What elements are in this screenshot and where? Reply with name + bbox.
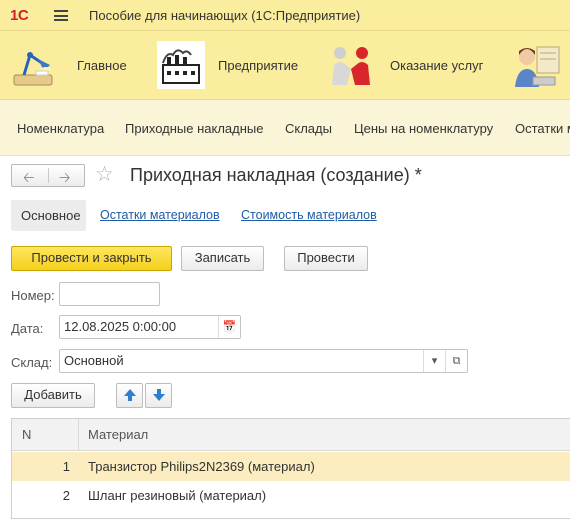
factory-icon xyxy=(157,41,205,89)
history-buttons: 🡠 🡢 xyxy=(11,164,85,187)
column-header-n[interactable]: N xyxy=(22,427,31,442)
move-down-button[interactable] xyxy=(145,383,172,408)
nav-item-prices[interactable]: Цены на номенклатуру xyxy=(354,121,493,136)
section-accounting[interactable] xyxy=(513,31,570,100)
row-number: 2 xyxy=(62,488,70,503)
section-main[interactable]: Главное xyxy=(10,31,130,100)
nav-item-warehouses[interactable]: Склады xyxy=(285,121,332,136)
navigation-panel: Номенклатура Приходные накладные Склады … xyxy=(0,100,570,156)
number-field[interactable] xyxy=(59,282,160,306)
warehouse-label: Склад: xyxy=(11,355,53,370)
post-and-close-button[interactable]: Провести и закрыть xyxy=(11,246,172,271)
number-label: Номер: xyxy=(11,288,55,303)
date-field[interactable]: 12.08.2025 0:00:00 📅 xyxy=(59,315,241,339)
materials-table: N Материал 1 Транзистор Philips2N2369 (м… xyxy=(11,418,570,519)
tab-main[interactable]: Основное xyxy=(11,200,86,231)
app-logo: 1С xyxy=(10,7,29,24)
warehouse-field[interactable]: Основной ▾ ⧉ xyxy=(59,349,468,373)
main-menu-icon[interactable] xyxy=(54,10,68,21)
back-arrow-icon[interactable]: 🡠 xyxy=(23,167,34,191)
save-button[interactable]: Записать xyxy=(181,246,264,271)
post-button[interactable]: Провести xyxy=(284,246,368,271)
row-material: Шланг резиновый (материал) xyxy=(88,488,267,503)
tab-main-label: Основное xyxy=(21,208,81,223)
nav-item-balances[interactable]: Остатки м xyxy=(515,121,570,136)
accountant-icon xyxy=(513,41,561,89)
section-label: Оказание услуг xyxy=(390,58,484,73)
link-material-balances[interactable]: Остатки материалов xyxy=(100,208,220,222)
move-up-button[interactable] xyxy=(116,383,143,408)
section-label: Главное xyxy=(77,58,127,73)
title-bar: 1С Пособие для начинающих (1С:Предприяти… xyxy=(0,0,570,31)
link-material-cost[interactable]: Стоимость материалов xyxy=(241,208,377,222)
section-services[interactable]: Оказание услуг xyxy=(327,31,492,100)
form-title: Приходная накладная (создание) * xyxy=(130,165,422,185)
section-label: Предприятие xyxy=(218,58,299,73)
sections-panel: Главное Предприятие Оказание услуг xyxy=(0,31,570,100)
arrow-down-icon xyxy=(152,389,165,401)
table-header: N Материал xyxy=(12,419,570,451)
date-label: Дата: xyxy=(11,321,44,336)
warehouse-value: Основной xyxy=(64,353,124,368)
row-material: Транзистор Philips2N2369 (материал) xyxy=(88,459,315,474)
handshake-icon xyxy=(327,41,375,89)
favorite-star-icon[interactable]: ☆ xyxy=(95,163,114,187)
table-row[interactable]: 1 Транзистор Philips2N2369 (материал) xyxy=(12,452,570,481)
forward-arrow-icon[interactable]: 🡢 xyxy=(59,167,70,191)
section-enterprise[interactable]: Предприятие xyxy=(157,31,307,100)
desk-lamp-icon xyxy=(10,41,58,89)
column-header-material[interactable]: Материал xyxy=(88,427,148,442)
table-row[interactable]: 2 Шланг резиновый (материал) xyxy=(12,481,570,510)
date-value: 12.08.2025 0:00:00 xyxy=(64,319,177,334)
add-row-button[interactable]: Добавить xyxy=(11,383,95,408)
calendar-icon[interactable]: 📅 xyxy=(218,316,240,338)
nav-item-receipts[interactable]: Приходные накладные xyxy=(125,121,263,136)
open-item-icon[interactable]: ⧉ xyxy=(445,350,467,372)
arrow-up-icon xyxy=(123,389,136,401)
row-number: 1 xyxy=(62,459,70,474)
app-title: Пособие для начинающих (1С:Предприятие) xyxy=(89,8,361,23)
dropdown-icon[interactable]: ▾ xyxy=(423,350,445,372)
nav-item-nomenclature[interactable]: Номенклатура xyxy=(17,121,104,136)
